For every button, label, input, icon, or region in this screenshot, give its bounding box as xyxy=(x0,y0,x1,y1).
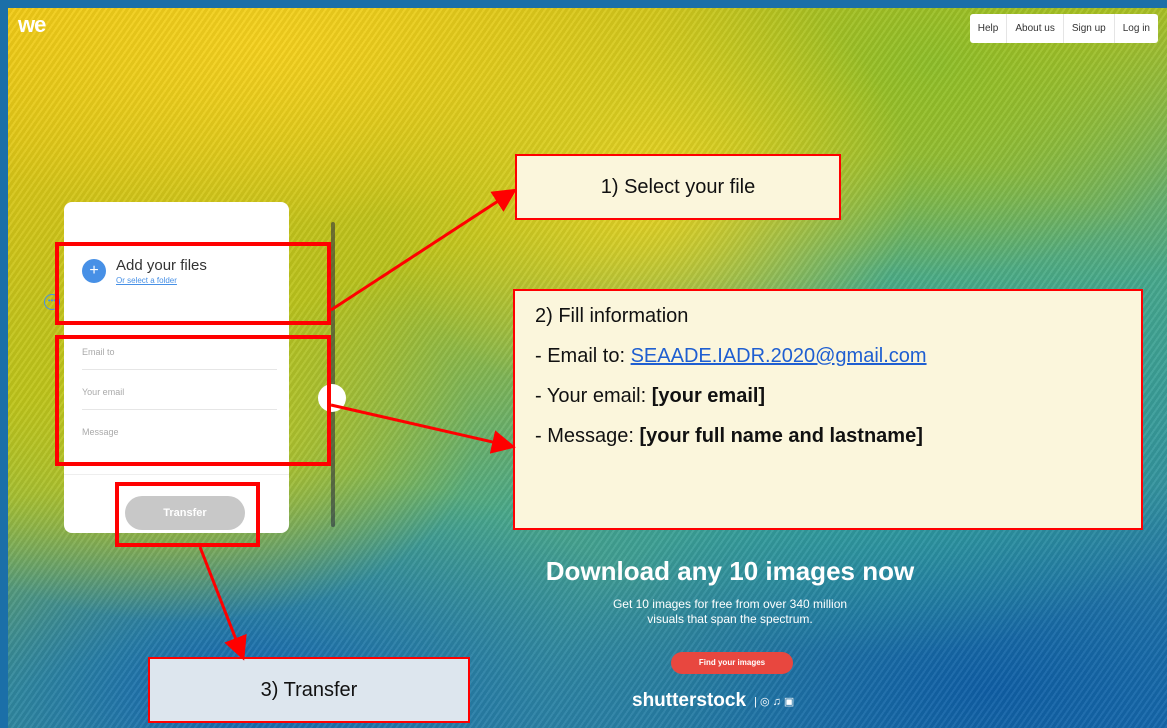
step2-message-label: - Message: xyxy=(535,425,640,447)
ad-banner: Download any 10 images now Get 10 images… xyxy=(470,556,990,627)
wetransfer-logo[interactable]: we xyxy=(18,12,46,38)
highlight-transfer-button xyxy=(115,482,260,547)
callout-step-3: 3) Transfer xyxy=(148,657,470,723)
top-navigation: Help About us Sign up Log in xyxy=(969,14,1158,43)
find-images-button[interactable]: Find your images xyxy=(671,652,793,674)
brand-media-icons: | ◎ ♫ ▣ xyxy=(754,695,795,708)
step2-your-email-value: [your email] xyxy=(651,385,766,407)
highlight-form-fields xyxy=(55,335,331,466)
panel-divider xyxy=(64,474,289,475)
step2-email-link[interactable]: SEAADE.IADR.2020@gmail.com xyxy=(631,345,927,367)
step2-email-to-line: - Email to: SEAADE.IADR.2020@gmail.com xyxy=(535,345,1141,368)
callout-step-2: 2) Fill information - Email to: SEAADE.I… xyxy=(513,289,1143,530)
callout-step-1: 1) Select your file xyxy=(515,154,841,220)
scroll-track[interactable] xyxy=(331,222,335,527)
ad-subtitle: Get 10 images for free from over 340 mil… xyxy=(470,597,990,627)
shutterstock-logo[interactable]: shutterstock | ◎ ♫ ▣ xyxy=(632,690,794,712)
nav-help[interactable]: Help xyxy=(970,14,1007,43)
nav-log-in[interactable]: Log in xyxy=(1113,14,1158,43)
nav-sign-up[interactable]: Sign up xyxy=(1062,14,1114,43)
step2-message-value: [your full name and lastname] xyxy=(639,425,923,447)
ad-title: Download any 10 images now xyxy=(545,556,915,586)
brand-name: shutterstock xyxy=(632,690,747,711)
nav-about-us[interactable]: About us xyxy=(1006,14,1062,43)
step2-message-line: - Message: [your full name and lastname] xyxy=(535,425,1141,448)
step2-your-email-line: - Your email: [your email] xyxy=(535,385,1141,408)
ad-subtitle-line-2: visuals that span the spectrum. xyxy=(647,612,813,626)
highlight-add-files xyxy=(55,242,331,325)
step2-your-email-label: - Your email: xyxy=(535,385,652,407)
step2-email-label: - Email to: xyxy=(535,345,631,367)
step2-title: 2) Fill information xyxy=(535,305,689,327)
ad-subtitle-line-1: Get 10 images for free from over 340 mil… xyxy=(612,597,848,611)
